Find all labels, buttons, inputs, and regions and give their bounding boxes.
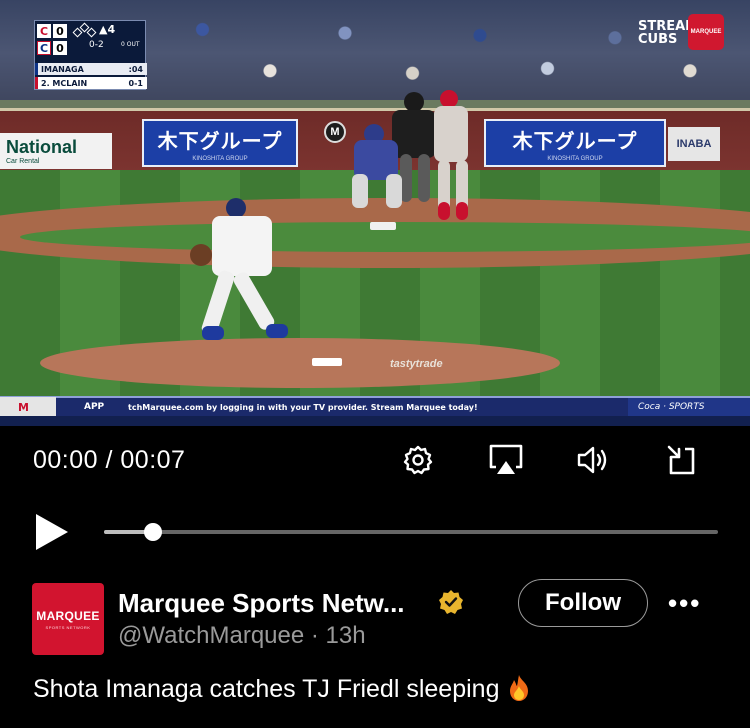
home-plate <box>370 222 396 230</box>
marquee-bug: MARQUEE <box>688 14 724 50</box>
batter-stat: 0-1 <box>128 78 143 88</box>
volume-icon[interactable] <box>576 442 612 478</box>
more-options-icon[interactable]: ••• <box>668 588 701 619</box>
pitcher-stat: :04 <box>128 64 143 74</box>
time-display: 00:00 / 00:07 <box>33 446 186 474</box>
ad-kinoshita-left: 木下グループ KINOSHITA GROUP <box>142 119 298 167</box>
ad-inaba: INABA <box>668 127 720 161</box>
post-caption: Shota Imanaga catches TJ Friedl sleeping <box>33 674 531 704</box>
seek-bar-handle[interactable] <box>144 523 163 541</box>
exit-fullscreen-icon[interactable] <box>664 442 700 478</box>
play-button[interactable] <box>34 512 70 552</box>
home-score: 0 <box>53 41 67 55</box>
away-score: 0 <box>53 24 67 38</box>
seek-bar-track[interactable] <box>104 530 718 534</box>
settings-gear-icon[interactable] <box>400 442 436 478</box>
ticker-underline <box>0 416 750 426</box>
ad-kinoshita-right: 木下グループ KINOSHITA GROUP <box>484 119 666 167</box>
fire-emoji-icon <box>507 674 531 702</box>
ticker-text: tchMarquee.com by logging in with your T… <box>128 402 478 412</box>
ticker-app-label: APP <box>84 402 105 412</box>
pitchers-mound <box>40 338 560 388</box>
inning-indicator: ▲4 <box>99 23 116 36</box>
pitching-rubber <box>312 358 342 366</box>
away-team-logo: C <box>37 24 51 38</box>
ticker-bar: M APP tchMarquee.com by logging in with … <box>0 396 750 417</box>
verified-badge-icon <box>438 589 464 615</box>
ticker-logo: M <box>0 397 56 417</box>
account-name[interactable]: Marquee Sports Netw... <box>118 588 405 619</box>
outs-indicator: 0 OUT <box>121 41 140 48</box>
pitcher-name: IMANAGA <box>41 64 84 74</box>
motorola-logo: M <box>324 121 346 143</box>
video-player[interactable]: National Car Rental 木下グループ KINOSHITA GRO… <box>0 0 750 426</box>
batter-row: 2. MCLAIN 0-1 <box>35 77 147 89</box>
home-team-logo: C <box>37 41 51 55</box>
play-icon <box>36 514 68 550</box>
follow-button[interactable]: Follow <box>518 579 648 627</box>
pitcher-row: IMANAGA :04 <box>35 63 147 75</box>
bases-diamond-icon <box>72 22 97 38</box>
account-handle: @WatchMarquee · 13h <box>118 622 366 649</box>
scorebug: C 0 C 0 ▲4 0-2 0 OUT IMANAGA :04 2. MCLA… <box>34 20 147 90</box>
ad-tastytrade: tastytrade <box>390 358 443 370</box>
caption-text: Shota Imanaga catches TJ Friedl sleeping <box>33 675 500 703</box>
baseball-field: tastytrade <box>0 170 750 396</box>
batter-name: 2. MCLAIN <box>41 78 88 88</box>
ad-national: National Car Rental <box>0 133 112 169</box>
pitch-count: 0-2 <box>89 40 104 50</box>
ticker-sponsor: Coca · SPORTS <box>628 398 750 416</box>
airplay-icon[interactable] <box>488 442 524 478</box>
avatar[interactable]: MARQUEE SPORTS NETWORK <box>32 583 104 655</box>
